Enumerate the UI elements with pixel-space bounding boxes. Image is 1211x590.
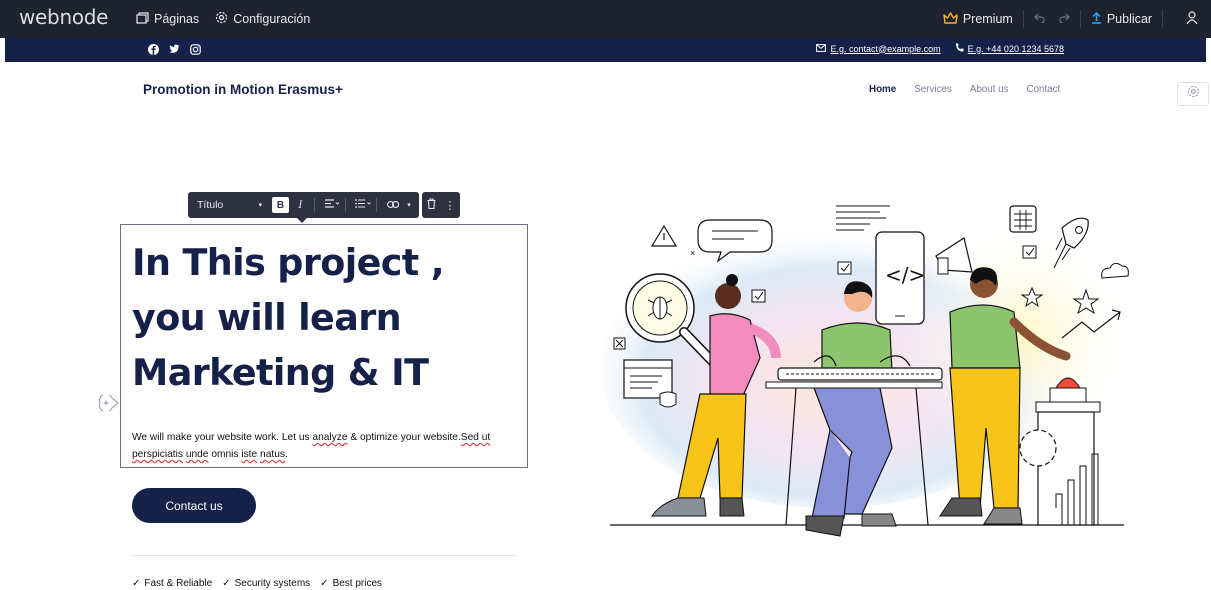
pages-icon [136, 11, 149, 27]
editor-topbar: webnode Páginas Configuración Premium Pu… [0, 0, 1211, 38]
check-icon: ✓ [320, 578, 329, 589]
headline-line: you will learn [132, 296, 402, 339]
text-style-select[interactable]: Título ▾ [194, 196, 266, 214]
phone-text: E.g. +44 020 1234 5678 [967, 43, 1064, 54]
account-button[interactable] [1173, 11, 1211, 27]
upload-icon [1091, 11, 1102, 27]
text-style-value: Título [197, 199, 224, 211]
italic-button[interactable]: I [292, 196, 309, 214]
site-brand[interactable]: Promotion in Motion Erasmus+ [143, 82, 343, 97]
contact-strip: E.g. contact@example.com E.g. +44 020 12… [5, 38, 1206, 62]
hero-body-text[interactable]: We will make your website work. Let us a… [132, 429, 512, 463]
bold-button[interactable]: B [272, 197, 289, 213]
header-settings-button[interactable] [1177, 82, 1209, 106]
contact-us-button[interactable]: Contact us [132, 488, 256, 523]
headline-line: In This project , [132, 241, 445, 284]
twitter-icon[interactable] [168, 43, 180, 55]
hero-illustration[interactable]: × </> [600, 198, 1140, 550]
chevron-down-icon: ▾ [258, 202, 262, 209]
premium-button[interactable]: Premium [943, 11, 1013, 27]
link-button[interactable] [385, 196, 402, 214]
nav-services[interactable]: Services [914, 84, 952, 95]
divider [131, 555, 516, 556]
text-run: omnis [208, 449, 242, 460]
publish-button[interactable]: Publicar [1091, 11, 1152, 27]
list-icon [354, 199, 371, 211]
svg-text:</>: </> [885, 263, 925, 287]
settings-label: Configuración [233, 12, 311, 26]
plus-icon [99, 393, 119, 413]
trash-icon[interactable] [427, 198, 436, 212]
editor-actions: Premium Publicar [943, 0, 1211, 38]
phone-icon [955, 43, 964, 54]
align-left-icon [324, 199, 339, 211]
divider [1162, 10, 1163, 28]
divider [1079, 10, 1081, 28]
user-icon [1186, 11, 1198, 27]
spellcheck-word: unde [185, 449, 209, 460]
feature-list: ✓ Fast & Reliable ✓ Security systems ✓ Best… [132, 578, 382, 589]
nav-about-us[interactable]: About us [970, 84, 1009, 95]
undo-icon[interactable] [1033, 12, 1045, 26]
hero-headline[interactable]: In This project , you will learn Marketi… [132, 235, 512, 400]
toolbar-pointer [297, 218, 307, 223]
text-run: We will make your website work. Let us [132, 432, 313, 443]
instagram-icon[interactable] [189, 43, 201, 55]
text-run: & optimize your website. [347, 432, 461, 443]
contact-details: E.g. contact@example.com E.g. +44 020 12… [816, 43, 1064, 54]
mail-icon [816, 43, 827, 54]
feature-label: Best prices [332, 578, 383, 589]
history-controls [1033, 12, 1070, 26]
link-icon [387, 200, 400, 211]
text-run: . [284, 449, 288, 460]
spellcheck-word: Sed ut [460, 432, 491, 443]
feature-label: Fast & Reliable [144, 578, 213, 589]
svg-text:×: × [690, 248, 695, 258]
spellcheck-word: natus [260, 449, 285, 460]
feature-label: Security systems [234, 578, 311, 589]
add-block-handle[interactable] [98, 393, 119, 413]
redo-icon[interactable] [1059, 12, 1070, 26]
nav-home[interactable]: Home [869, 84, 896, 95]
text-format-toolbar: Título ▾ B I ▾ ⋮ [188, 192, 460, 223]
format-controls: Título ▾ B I ▾ [188, 192, 419, 218]
check-icon: ✓ [132, 578, 141, 589]
phone-contact[interactable]: E.g. +44 020 1234 5678 [955, 43, 1064, 54]
divider [376, 198, 377, 212]
spellcheck-word: perspiciatis [132, 449, 183, 460]
more-options-icon[interactable]: ⋮ [445, 199, 456, 212]
email-contact[interactable]: E.g. contact@example.com [816, 43, 941, 54]
email-text: E.g. contact@example.com [830, 43, 941, 54]
spellcheck-word: analyze [312, 432, 348, 443]
facebook-icon[interactable] [147, 43, 159, 55]
site-nav: Home Services About us Contact [869, 84, 1060, 95]
social-links [147, 43, 201, 55]
divider [1022, 10, 1024, 28]
nav-contact[interactable]: Contact [1026, 84, 1060, 95]
feature-item: ✓ Fast & Reliable [132, 578, 212, 589]
feature-item: ✓ Best prices [320, 578, 382, 589]
feature-item: ✓ Security systems [222, 578, 310, 589]
premium-label: Premium [962, 12, 1013, 26]
editor-nav: Páginas Configuración [136, 0, 310, 38]
settings-icon [215, 11, 228, 27]
crown-icon [943, 11, 958, 27]
divider [314, 198, 315, 212]
pages-menu[interactable]: Páginas [136, 11, 200, 27]
list-button[interactable] [354, 196, 371, 214]
check-icon: ✓ [222, 578, 231, 589]
link-options-button[interactable]: ▾ [405, 196, 413, 214]
webnode-logo[interactable]: webnode [19, 5, 108, 29]
settings-menu[interactable]: Configuración [215, 11, 310, 27]
pages-label: Páginas [154, 12, 200, 26]
align-button[interactable] [323, 196, 340, 214]
gear-icon [1187, 85, 1200, 103]
block-actions: ⋮ [422, 192, 460, 218]
publish-label: Publicar [1106, 12, 1152, 26]
headline-line: Marketing & IT [132, 351, 429, 394]
spellcheck-word: iste [241, 449, 258, 460]
divider [345, 198, 346, 212]
